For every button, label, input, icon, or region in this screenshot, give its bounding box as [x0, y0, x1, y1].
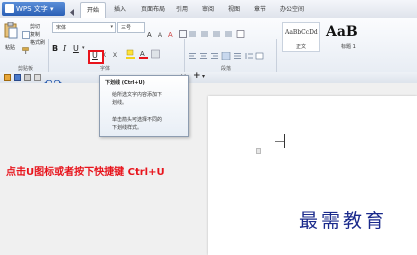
font-color-icon[interactable]: A [139, 44, 148, 59]
tab-chapter[interactable]: 章节 [254, 4, 266, 13]
cut-label[interactable]: 剪切 [30, 23, 40, 30]
style-normal-preview: AaBbCcDd [285, 29, 318, 36]
svg-text:A: A [147, 32, 152, 38]
svg-text:A: A [140, 51, 145, 58]
tooltip-line-4: 下划线样式。 [112, 125, 143, 131]
font-name-value: 宋体 [56, 25, 67, 31]
save-icon[interactable] [14, 74, 21, 81]
redo-icon[interactable] [53, 73, 62, 87]
chevron-down-icon: ▾ [110, 24, 113, 30]
underline-tooltip: 下划线 (Ctrl+U) 给所选文字内容添加下 划线。 单击箭头可选择不同的 下… [99, 75, 189, 137]
watermark-text: 最需教育 [299, 210, 388, 232]
clipboard-group-label: 剪贴板 [18, 66, 34, 72]
underline-button[interactable]: U [73, 44, 81, 54]
tooltip-line-1: 给所选文字内容添加下 [112, 92, 163, 98]
tooltip-line-2: 划线。 [112, 100, 128, 106]
paragraph-group-label: 段落 [221, 66, 232, 72]
clear-format-icon[interactable]: A [168, 23, 176, 39]
subscript-icon[interactable]: X [113, 44, 121, 59]
format-painter-label[interactable]: 格式刷 [30, 39, 45, 46]
style-heading-1[interactable]: AaB 标题 1 [322, 22, 384, 52]
char-shading-icon[interactable] [151, 44, 160, 59]
italic-button[interactable]: I [63, 44, 71, 54]
tab-references[interactable]: 引用 [176, 4, 188, 13]
list-indent-icons[interactable] [188, 23, 248, 38]
ribbon: 粘贴 剪切 复制 格式刷 剪贴板 宋体▾ 三号 A A A B I U ▾ a … [0, 18, 417, 87]
print-icon[interactable] [24, 74, 31, 81]
tab-review[interactable]: 审阅 [202, 4, 214, 13]
underline-dropdown-icon[interactable]: ▾ [82, 45, 87, 53]
tab-view[interactable]: 视图 [228, 4, 240, 13]
app-menu-button[interactable]: WPS 文字 ▾ [2, 2, 65, 16]
tab-home[interactable]: 开始 [80, 2, 106, 19]
nav-back-icon[interactable] [68, 3, 76, 16]
tooltip-line-3: 单击箭头可选择不同的 [112, 117, 163, 123]
format-painter-icon[interactable] [22, 39, 29, 54]
svg-text:X: X [113, 53, 117, 59]
dropdown-arrow-icon: ▾ [47, 5, 54, 13]
shrink-font-icon[interactable]: A [157, 23, 165, 39]
bold-button[interactable]: B [52, 44, 60, 54]
text-cursor [284, 134, 285, 148]
tooltip-title: 下划线 (Ctrl+U) [105, 80, 145, 86]
open-file-icon[interactable] [4, 74, 11, 81]
tab-page-layout[interactable]: 页面布局 [141, 4, 165, 13]
undo-icon[interactable] [44, 73, 53, 87]
instruction-text: 点击U图标或者按下快捷键 Ctrl+U [6, 167, 165, 178]
paragraph-mark-icon [256, 148, 261, 154]
font-name-select[interactable]: 宋体 ▾ [52, 22, 116, 33]
underline-icon[interactable]: U [92, 51, 98, 60]
svg-text:A: A [158, 33, 162, 38]
font-group-label: 字体 [100, 66, 111, 72]
style-heading-preview: AaB [326, 24, 358, 40]
style-normal[interactable]: AaBbCcDd 正文 [282, 22, 320, 52]
paste-label: 粘贴 [5, 45, 16, 51]
highlight-icon[interactable] [126, 44, 135, 59]
print-preview-icon[interactable] [34, 74, 41, 81]
tab-list-dropdown-icon[interactable]: ▾ [202, 73, 205, 80]
style-normal-label: 正文 [296, 44, 307, 50]
copy-label[interactable]: 复制 [30, 31, 40, 38]
style-heading-label: 标题 1 [341, 44, 356, 50]
app-name: WPS 文字 [16, 5, 48, 13]
grow-font-icon[interactable]: A [147, 23, 155, 39]
copy-icon[interactable] [22, 31, 30, 39]
new-tab-icon[interactable]: + [193, 71, 201, 81]
tab-insert[interactable]: 插入 [114, 4, 126, 13]
tab-office-space[interactable]: 办公空间 [280, 4, 304, 13]
paste-icon[interactable] [4, 21, 18, 39]
font-size-select[interactable]: 三号 [117, 22, 145, 33]
menubar: WPS 文字 ▾ 开始 插入 页面布局 引用 审阅 视图 章节 办公空间 [0, 0, 417, 19]
wps-logo-icon [5, 4, 14, 13]
cut-icon[interactable] [21, 23, 29, 39]
alignment-icons[interactable] [188, 45, 264, 61]
svg-text:A: A [168, 32, 173, 38]
font-size-value: 三号 [121, 25, 132, 31]
pinyin-guide-icon[interactable] [179, 23, 187, 38]
